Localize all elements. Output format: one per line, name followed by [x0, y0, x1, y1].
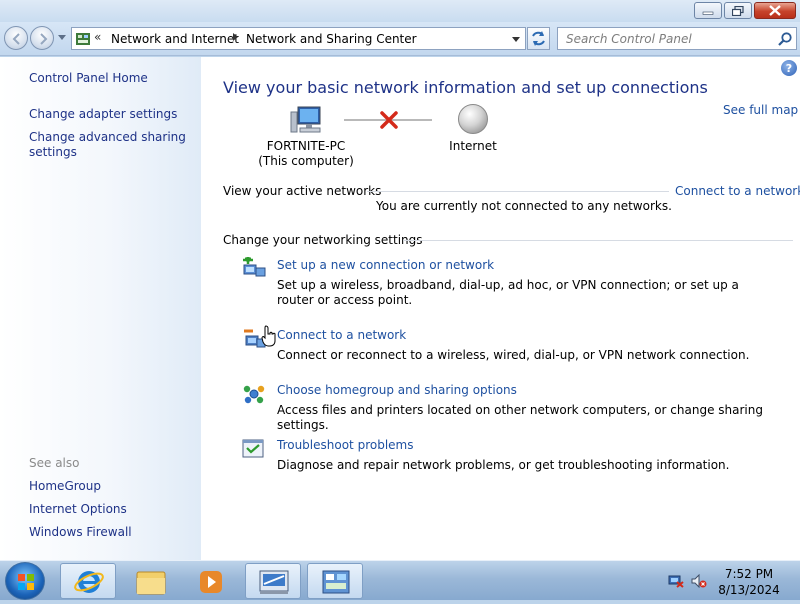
- windows-logo-icon: [18, 574, 34, 590]
- breadcrumb-network-and-internet[interactable]: Network and Internet: [111, 32, 239, 46]
- start-button[interactable]: [5, 562, 45, 600]
- disconnected-x-icon[interactable]: [379, 110, 399, 130]
- minimize-icon: [702, 11, 714, 15]
- window-controls: [694, 2, 796, 19]
- forward-arrow-icon: [40, 33, 48, 45]
- clock-time: 7:52 PM: [724, 567, 774, 581]
- search-icon[interactable]: [777, 31, 793, 47]
- taskbar-control-panel[interactable]: [307, 563, 363, 599]
- close-icon: [769, 5, 781, 16]
- clock-date: 8/13/2024: [718, 583, 780, 597]
- taskbar-media-player[interactable]: [183, 563, 239, 599]
- forward-button[interactable]: [30, 26, 54, 50]
- back-button[interactable]: [4, 26, 28, 50]
- breadcrumb-network-and-sharing-center[interactable]: Network and Sharing Center: [246, 32, 417, 46]
- homegroup-sharing-description: Access files and printers located on oth…: [277, 403, 763, 432]
- task-pane: Control Panel Home Change adapter settin…: [0, 57, 201, 560]
- troubleshoot-link[interactable]: Troubleshoot problems: [277, 438, 413, 452]
- setup-connection-description: Set up a wireless, broadband, dial-up, a…: [277, 278, 739, 307]
- see-also-heading: See also: [29, 456, 80, 470]
- system-clock[interactable]: 7:52 PM 8/13/2024: [713, 566, 785, 598]
- help-icon[interactable]: ?: [781, 60, 797, 76]
- computer-icon[interactable]: [289, 104, 323, 136]
- taskbar-internet-explorer[interactable]: [60, 563, 116, 599]
- hand-cursor-icon: [261, 325, 276, 347]
- internet-explorer-icon: [74, 571, 104, 593]
- homegroup-link[interactable]: HomeGroup: [29, 479, 101, 494]
- refresh-button[interactable]: [527, 27, 550, 50]
- volume-muted-tray-icon[interactable]: [691, 574, 707, 588]
- restore-button[interactable]: [724, 2, 752, 19]
- search-box[interactable]: [557, 27, 797, 50]
- search-input[interactable]: [558, 28, 770, 49]
- homegroup-sharing-link[interactable]: Choose homegroup and sharing options: [277, 383, 517, 397]
- refresh-icon: [532, 31, 545, 46]
- media-player-icon: [200, 571, 222, 593]
- close-button[interactable]: [754, 2, 796, 19]
- breadcrumb-separator-icon[interactable]: [233, 33, 238, 41]
- new-connection-icon: [243, 257, 266, 277]
- taskbar-network-connection[interactable]: [245, 563, 301, 599]
- troubleshoot-description: Diagnose and repair network problems, or…: [277, 458, 730, 472]
- address-bar[interactable]: « Network and Internet Network and Shari…: [71, 27, 526, 50]
- folder-icon: [136, 571, 166, 595]
- computer-sublabel: (This computer): [258, 154, 354, 168]
- control-panel-icon: [322, 570, 350, 594]
- computer-label: FORTNITE-PC (This computer): [241, 139, 371, 169]
- active-networks-heading: View your active networks: [223, 184, 382, 198]
- section-divider: [367, 191, 669, 192]
- change-advanced-sharing-link[interactable]: Change advanced sharing: [29, 130, 186, 145]
- computer-name: FORTNITE-PC: [266, 139, 346, 153]
- connection-status-text: You are currently not connected to any n…: [376, 199, 672, 213]
- network-disconnected-tray-icon[interactable]: [668, 574, 684, 588]
- internet-globe-icon[interactable]: [458, 104, 488, 134]
- internet-options-link[interactable]: Internet Options: [29, 502, 127, 517]
- address-dropdown-icon[interactable]: [512, 37, 520, 42]
- troubleshoot-icon: [242, 439, 264, 458]
- change-settings-heading: Change your networking settings: [223, 233, 423, 247]
- network-window-icon: [259, 570, 289, 594]
- change-advanced-sharing-link-line2[interactable]: settings: [29, 145, 77, 160]
- main-content: ? View your basic network information an…: [201, 57, 800, 560]
- navigation-bar: « Network and Internet Network and Shari…: [0, 22, 800, 56]
- back-arrow-icon: [12, 33, 20, 45]
- restore-icon: [732, 5, 744, 16]
- setup-connection-link[interactable]: Set up a new connection or network: [277, 258, 494, 272]
- breadcrumb-overflow-icon[interactable]: «: [94, 30, 101, 44]
- recent-pages-dropdown[interactable]: [58, 35, 66, 40]
- windows-firewall-link[interactable]: Windows Firewall: [29, 525, 132, 540]
- change-adapter-settings-link[interactable]: Change adapter settings: [29, 107, 177, 122]
- control-panel-icon: [76, 33, 90, 45]
- minimize-button[interactable]: [694, 2, 722, 19]
- see-full-map-link[interactable]: See full map: [723, 103, 798, 117]
- homegroup-icon: [243, 385, 265, 404]
- title-bar: [0, 0, 800, 22]
- control-panel-home-link[interactable]: Control Panel Home: [29, 71, 148, 86]
- internet-label: Internet: [449, 139, 497, 153]
- connect-to-network-link[interactable]: Connect to a network: [277, 328, 406, 342]
- taskbar-windows-explorer[interactable]: [122, 563, 178, 599]
- section-divider: [403, 240, 793, 241]
- connect-to-network-link-top[interactable]: Connect to a network: [675, 184, 800, 198]
- connect-to-network-description: Connect or reconnect to a wireless, wire…: [277, 348, 750, 362]
- page-title: View your basic network information and …: [223, 78, 708, 97]
- taskbar: 7:52 PM 8/13/2024: [0, 560, 800, 600]
